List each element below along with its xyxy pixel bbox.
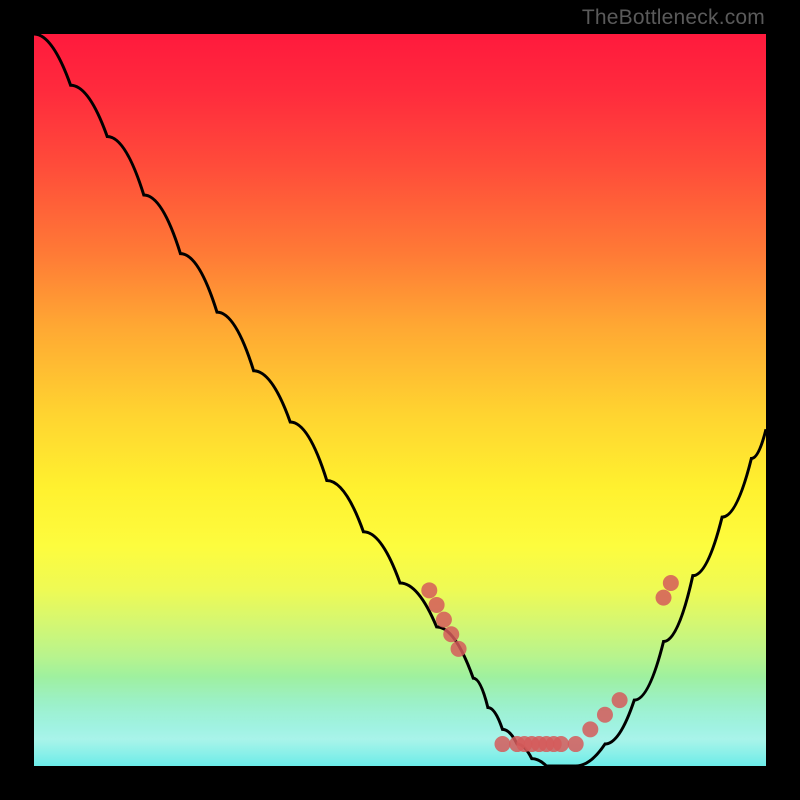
data-dot xyxy=(568,736,584,752)
data-dot xyxy=(553,736,569,752)
bottleneck-curve xyxy=(34,34,766,766)
data-dot xyxy=(451,641,467,657)
bottleneck-curve-svg xyxy=(34,34,766,766)
data-dot xyxy=(421,582,437,598)
data-dot xyxy=(429,597,445,613)
data-dots xyxy=(421,575,679,752)
data-dot xyxy=(582,721,598,737)
plot-area xyxy=(34,34,766,766)
data-dot xyxy=(436,612,452,628)
data-dot xyxy=(597,707,613,723)
data-dot xyxy=(663,575,679,591)
attribution-label: TheBottleneck.com xyxy=(582,6,765,30)
data-dot xyxy=(443,626,459,642)
chart-container: TheBottleneck.com xyxy=(0,0,800,800)
data-dot xyxy=(612,692,628,708)
data-dot xyxy=(656,590,672,606)
data-dot xyxy=(494,736,510,752)
